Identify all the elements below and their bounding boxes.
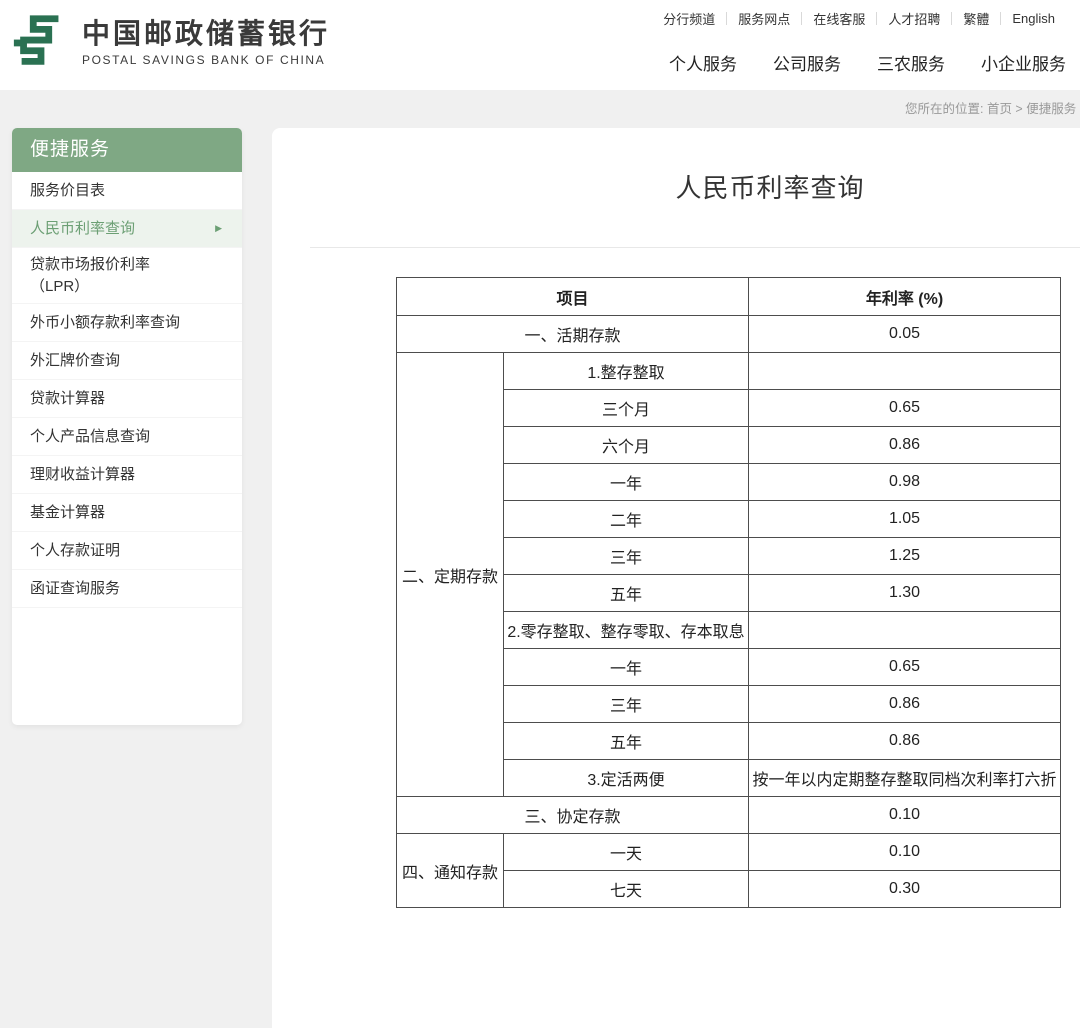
table-cell <box>749 612 1061 649</box>
table-cell: 0.65 <box>749 390 1061 427</box>
sidebar-item-2[interactable]: 贷款市场报价利率 （LPR） <box>12 248 242 304</box>
table-cell: 三年 <box>504 538 749 575</box>
table-cell: 0.10 <box>749 797 1061 834</box>
table-cell: 1.25 <box>749 538 1061 575</box>
utility-nav: 分行频道服务网点在线客服人才招聘繁體English <box>652 8 1066 28</box>
sidebar-item-label: 个人产品信息查询 <box>30 426 150 448</box>
table-cell: 三、协定存款 <box>397 797 749 834</box>
table-cell: 0.86 <box>749 686 1061 723</box>
sidebar-menu: 服务价目表人民币利率查询 ▶ 贷款市场报价利率 （LPR） 外币小额存款利率查询外汇牌… <box>12 172 242 608</box>
sidebar-item-10[interactable]: 函证查询服务 <box>12 570 242 608</box>
utility-link-0[interactable]: 分行频道 <box>652 9 726 28</box>
sidebar-title: 便捷服务 <box>12 128 242 172</box>
table-cell: 0.30 <box>749 871 1061 908</box>
table-cell: 1.30 <box>749 575 1061 612</box>
sidebar-item-9[interactable]: 个人存款证明 <box>12 532 242 570</box>
table-cell: 三个月 <box>504 390 749 427</box>
brand-logo[interactable]: 中国邮政储蓄银行 POSTAL SAVINGS BANK OF CHINA <box>10 10 330 74</box>
table-cell: 五年 <box>504 575 749 612</box>
header-cell: 年利率 (%) <box>749 278 1061 316</box>
table-row: 一、活期存款0.05 <box>397 316 1061 353</box>
site-header: 中国邮政储蓄银行 POSTAL SAVINGS BANK OF CHINA 分行… <box>0 0 1080 90</box>
table-cell: 0.86 <box>749 427 1061 464</box>
main-content-card: 人民币利率查询 项目年利率 (%)一、活期存款0.05二、定期存款1.整存整取三… <box>272 128 1080 1028</box>
table-cell: 0.65 <box>749 649 1061 686</box>
table-cell: 按一年以内定期整存整取同档次利率打六折 <box>749 760 1061 797</box>
utility-link-1[interactable]: 服务网点 <box>727 9 801 28</box>
page-title: 人民币利率查询 <box>310 170 1080 206</box>
table-cell: 一天 <box>504 834 749 871</box>
sidebar-item-label: 外币小额存款利率查询 <box>30 312 180 334</box>
brand-names: 中国邮政储蓄银行 POSTAL SAVINGS BANK OF CHINA <box>82 17 330 67</box>
table-cell: 0.05 <box>749 316 1061 353</box>
main-nav-link-1[interactable]: 公司服务 <box>773 50 841 75</box>
sidebar-item-label: 人民币利率查询 <box>30 218 135 240</box>
sidebar-item-label: 服务价目表 <box>30 180 105 202</box>
table-cell: 二、定期存款 <box>397 353 504 797</box>
sidebar-item-label: 理财收益计算器 <box>30 464 135 486</box>
table-cell <box>749 353 1061 390</box>
table-cell: 3.定活两便 <box>504 760 749 797</box>
rates-table: 项目年利率 (%)一、活期存款0.05二、定期存款1.整存整取三个月0.65六个… <box>396 277 1061 908</box>
table-cell: 七天 <box>504 871 749 908</box>
table-cell: 1.05 <box>749 501 1061 538</box>
table-cell: 1.整存整取 <box>504 353 749 390</box>
table-row: 四、通知存款一天0.10 <box>397 834 1061 871</box>
table-cell: 0.86 <box>749 723 1061 760</box>
main-nav-link-3[interactable]: 小企业服务 <box>981 50 1066 75</box>
main-nav: 个人服务 公司服务 三农服务 小企业服务 <box>669 50 1066 75</box>
table-cell: 一年 <box>504 649 749 686</box>
utility-link-2[interactable]: 在线客服 <box>802 9 876 28</box>
main-nav-link-0[interactable]: 个人服务 <box>669 50 737 75</box>
sidebar-item-5[interactable]: 贷款计算器 <box>12 380 242 418</box>
table-cell: 三年 <box>504 686 749 723</box>
table-cell: 二年 <box>504 501 749 538</box>
sidebar: 便捷服务 服务价目表人民币利率查询 ▶ 贷款市场报价利率 （LPR） 外币小额存款利率… <box>12 128 242 725</box>
chevron-right-icon: ▶ <box>215 223 222 234</box>
table-cell: 0.98 <box>749 464 1061 501</box>
sidebar-item-label: 贷款计算器 <box>30 388 105 410</box>
utility-link-5[interactable]: English <box>1001 11 1066 26</box>
content-area: 人民币利率查询 项目年利率 (%)一、活期存款0.05二、定期存款1.整存整取三… <box>272 128 1080 908</box>
sidebar-item-8[interactable]: 基金计算器 <box>12 494 242 532</box>
sidebar-item-6[interactable]: 个人产品信息查询 <box>12 418 242 456</box>
utility-link-3[interactable]: 人才招聘 <box>877 9 951 28</box>
utility-link-4[interactable]: 繁體 <box>952 9 1000 28</box>
title-divider <box>310 247 1080 248</box>
table-cell: 一年 <box>504 464 749 501</box>
table-cell: 0.10 <box>749 834 1061 871</box>
sidebar-item-label: 基金计算器 <box>30 502 105 524</box>
header-cell: 项目 <box>397 278 749 316</box>
sidebar-item-1[interactable]: 人民币利率查询 ▶ <box>12 210 242 248</box>
brand-name-en: POSTAL SAVINGS BANK OF CHINA <box>82 53 330 67</box>
sidebar-item-4[interactable]: 外汇牌价查询 <box>12 342 242 380</box>
brand-name-cn: 中国邮政储蓄银行 <box>82 17 330 51</box>
table-row: 二、定期存款1.整存整取 <box>397 353 1061 390</box>
main-nav-link-2[interactable]: 三农服务 <box>877 50 945 75</box>
sidebar-item-7[interactable]: 理财收益计算器 <box>12 456 242 494</box>
table-row: 三、协定存款0.10 <box>397 797 1061 834</box>
table-header-row: 项目年利率 (%) <box>397 278 1061 316</box>
sidebar-item-0[interactable]: 服务价目表 <box>12 172 242 210</box>
sidebar-item-label: 外汇牌价查询 <box>30 350 120 372</box>
table-cell: 2.零存整取、整存零取、存本取息 <box>504 612 749 649</box>
table-cell: 五年 <box>504 723 749 760</box>
sidebar-item-3[interactable]: 外币小额存款利率查询 <box>12 304 242 342</box>
table-cell: 一、活期存款 <box>397 316 749 353</box>
table-cell: 四、通知存款 <box>397 834 504 908</box>
sidebar-item-label: 贷款市场报价利率 （LPR） <box>30 254 150 298</box>
sidebar-item-label: 个人存款证明 <box>30 540 120 562</box>
breadcrumb: 您所在的位置: 首页 > 便捷服务 <box>905 98 1076 117</box>
rates-table-body: 项目年利率 (%)一、活期存款0.05二、定期存款1.整存整取三个月0.65六个… <box>397 278 1061 908</box>
sidebar-item-label: 函证查询服务 <box>30 578 120 600</box>
table-cell: 六个月 <box>504 427 749 464</box>
psbc-emblem-icon <box>10 10 72 74</box>
